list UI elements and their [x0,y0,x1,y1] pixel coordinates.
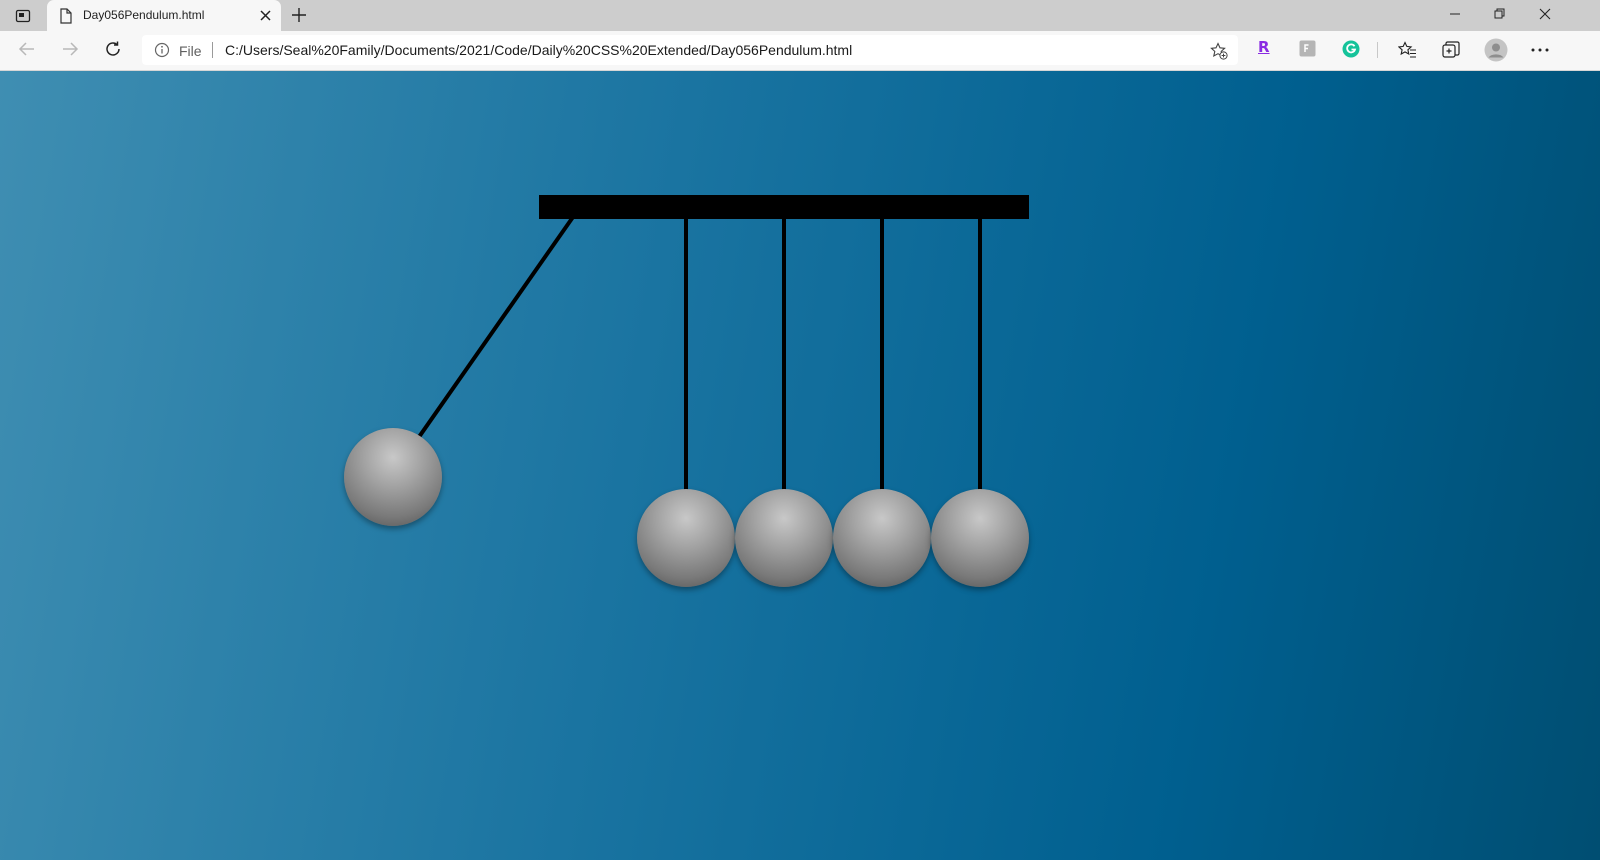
pendulum-ball [637,489,735,587]
tab-actions-icon [15,9,31,23]
browser-toolbar: File C:/Users/Seal%20Family/Documents/20… [0,31,1600,71]
close-window-icon[interactable] [1539,8,1551,20]
info-icon[interactable] [154,42,170,58]
refresh-icon[interactable] [104,40,122,58]
extension-grey-icon[interactable] [1299,40,1316,57]
page-content [0,71,1600,860]
more-options-icon[interactable] [1531,48,1549,52]
extension-r-icon[interactable]: R [1258,38,1270,56]
address-separator [212,42,213,58]
pendulum-ball [931,489,1029,587]
tab-actions-button[interactable] [10,6,36,26]
back-icon[interactable] [18,40,36,58]
profile-avatar-icon[interactable] [1484,38,1508,62]
tab-strip: Day056Pendulum.html [0,0,1600,31]
toolbar-separator [1377,42,1378,58]
pendulum-string [880,217,884,494]
forward-icon[interactable] [61,40,79,58]
pendulum-string-swinging [416,215,575,440]
tab-active[interactable]: Day056Pendulum.html [47,0,281,31]
document-icon [60,8,72,24]
collections-icon[interactable] [1442,41,1460,59]
pendulum-ball-swinging [344,428,442,526]
pendulum-string [782,217,786,494]
pendulum-ball [833,489,931,587]
minimize-icon[interactable] [1449,8,1461,20]
close-tab-icon[interactable] [260,10,271,21]
add-favorite-icon[interactable] [1210,42,1228,60]
pendulum-frame-bar [539,195,1029,219]
pendulum-string [978,217,982,494]
favorites-icon[interactable] [1398,41,1417,59]
grammarly-icon[interactable] [1342,40,1360,58]
new-tab-icon[interactable] [292,8,306,22]
pendulum-ball [735,489,833,587]
address-bar[interactable]: File C:/Users/Seal%20Family/Documents/20… [142,35,1238,65]
scheme-label: File [179,43,202,59]
restore-icon[interactable] [1494,8,1506,20]
url-text[interactable]: C:/Users/Seal%20Family/Documents/2021/Co… [225,42,852,58]
tab-title: Day056Pendulum.html [83,8,205,22]
pendulum-string [684,217,688,494]
